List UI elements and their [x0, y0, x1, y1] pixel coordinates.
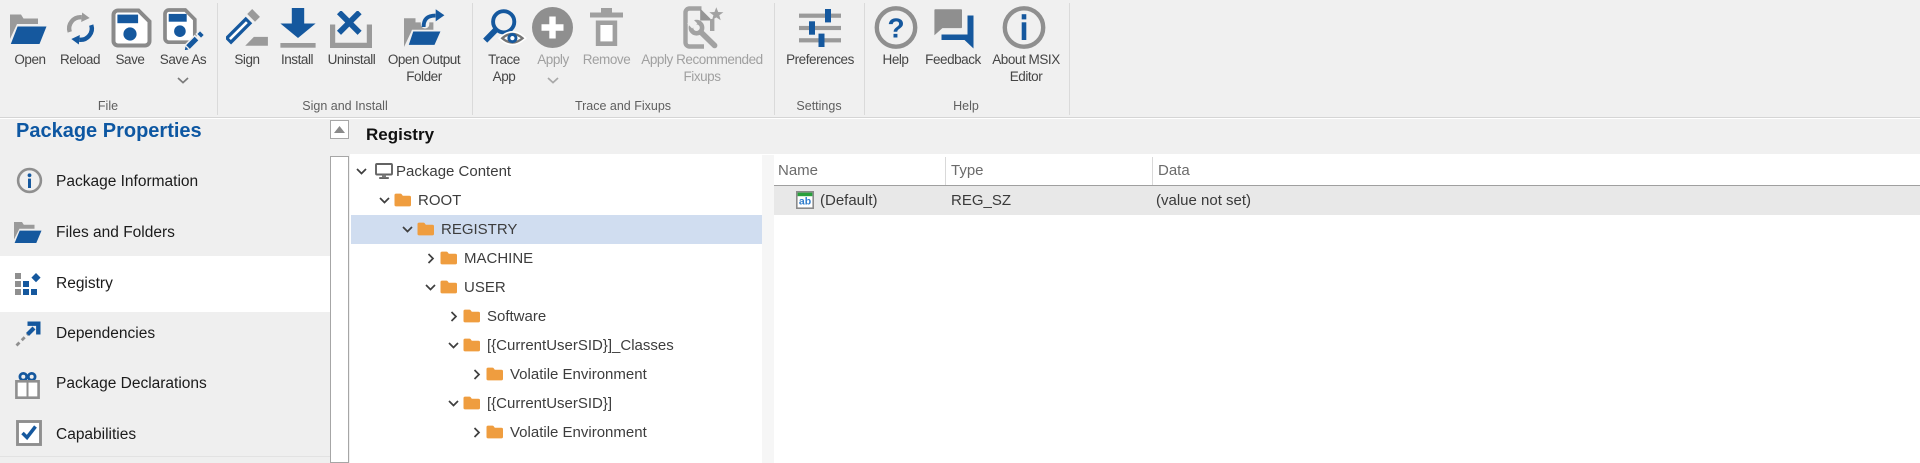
svg-text:ab: ab [799, 196, 811, 208]
svg-text:?: ? [887, 13, 904, 44]
